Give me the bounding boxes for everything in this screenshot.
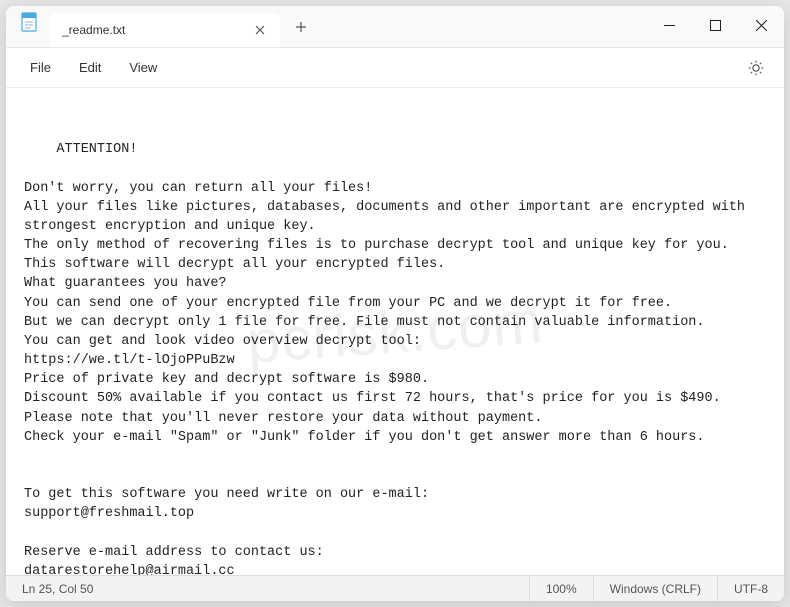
tab-title: _readme.txt bbox=[62, 23, 252, 37]
menubar: File Edit View bbox=[6, 48, 784, 88]
tab-active[interactable]: _readme.txt bbox=[50, 13, 280, 47]
minimize-button[interactable] bbox=[646, 6, 692, 44]
maximize-button[interactable] bbox=[692, 6, 738, 44]
status-zoom[interactable]: 100% bbox=[530, 576, 594, 601]
text-editor-area[interactable]: pcrisk.com ATTENTION! Don't worry, you c… bbox=[6, 88, 784, 575]
statusbar: Ln 25, Col 50 100% Windows (CRLF) UTF-8 bbox=[6, 575, 784, 601]
menu-view[interactable]: View bbox=[115, 54, 171, 81]
status-line-ending[interactable]: Windows (CRLF) bbox=[594, 576, 718, 601]
status-encoding[interactable]: UTF-8 bbox=[718, 576, 784, 601]
watermark: pcrisk.com bbox=[244, 279, 546, 385]
menu-file[interactable]: File bbox=[16, 54, 65, 81]
close-window-button[interactable] bbox=[738, 6, 784, 44]
window-controls bbox=[646, 6, 784, 44]
new-tab-button[interactable] bbox=[286, 12, 316, 42]
titlebar: _readme.txt bbox=[6, 6, 784, 48]
status-position[interactable]: Ln 25, Col 50 bbox=[6, 576, 530, 601]
notepad-window: _readme.txt File Edit View pc bbox=[6, 6, 784, 601]
menu-edit[interactable]: Edit bbox=[65, 54, 115, 81]
settings-button[interactable] bbox=[742, 54, 770, 82]
close-tab-icon[interactable] bbox=[252, 22, 268, 38]
document-body: ATTENTION! Don't worry, you can return a… bbox=[24, 142, 753, 575]
gear-icon bbox=[747, 59, 765, 77]
notepad-icon bbox=[20, 12, 40, 32]
